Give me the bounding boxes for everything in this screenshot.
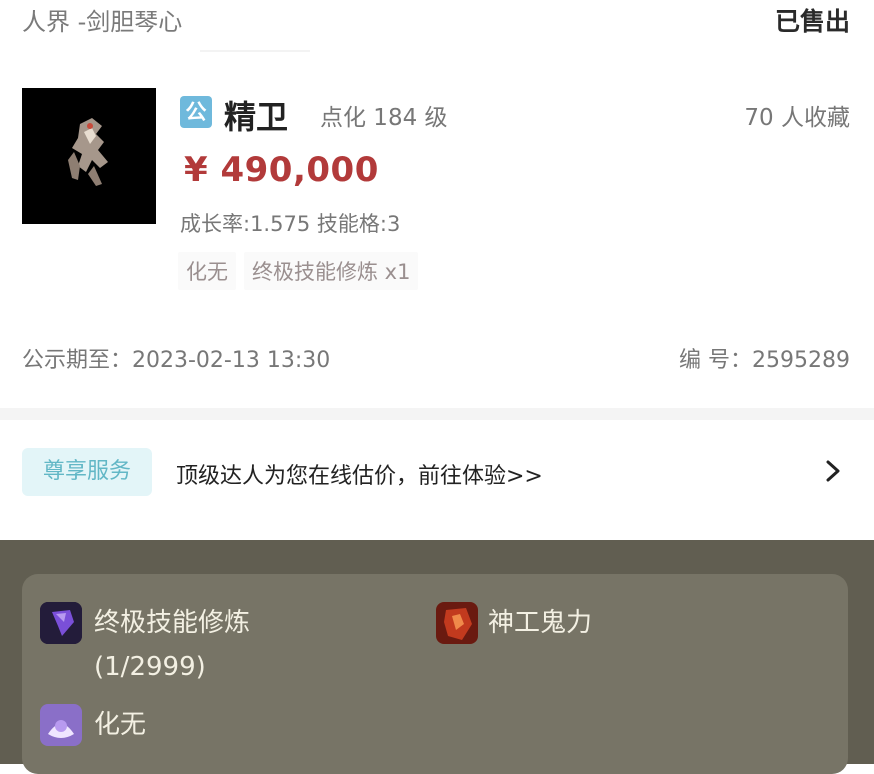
skills-panel: 终极技能修炼 (1/2999) 神工鬼力 化无 [22,574,848,774]
serial-number: 编 号：2595289 [679,348,850,373]
favorites-count: 70 人收藏 [744,105,850,131]
public-badge: 公 [180,96,212,128]
tag-list: 化无 终极技能修炼 x1 [178,252,426,290]
pet-stats: 成长率:1.575 技能格:3 [180,212,401,236]
purple-swirl-icon[interactable] [40,704,82,746]
tag-item: 化无 [178,252,236,290]
red-fist-icon[interactable] [436,602,478,644]
publicity-period: 公示期至：2023-02-13 13:30 [22,348,331,373]
pet-level: 点化 184 级 [320,105,448,131]
section-divider [0,408,874,420]
premium-service-badge: 尊享服务 [22,448,152,496]
listing-card: 人界 -剑胆琴心 已售出 公 精卫 点化 184 级 70 人收藏 ¥ 490,… [0,0,874,540]
skill-detail: (1/2999) [94,652,206,682]
server-name: 人界 -剑胆琴心 [22,8,183,36]
skill-name: 化无 [94,710,147,740]
pet-name: 精卫 [224,98,289,136]
purple-gem-icon[interactable] [40,602,82,644]
tag-item: 终极技能修炼 x1 [244,252,419,290]
skill-name: 终极技能修炼 [94,608,251,638]
chevron-right-icon[interactable] [822,458,844,484]
skill-name: 神工鬼力 [488,608,593,638]
pet-thumbnail[interactable] [22,88,156,224]
price: ¥ 490,000 [184,150,379,190]
sold-status: 已售出 [774,7,850,36]
pet-figure-icon [22,88,156,224]
divider-line [200,50,310,52]
service-link[interactable]: 顶级达人为您在线估价，前往体验>> [176,458,543,490]
skills-section: 终极技能修炼 (1/2999) 神工鬼力 化无 [0,540,874,774]
